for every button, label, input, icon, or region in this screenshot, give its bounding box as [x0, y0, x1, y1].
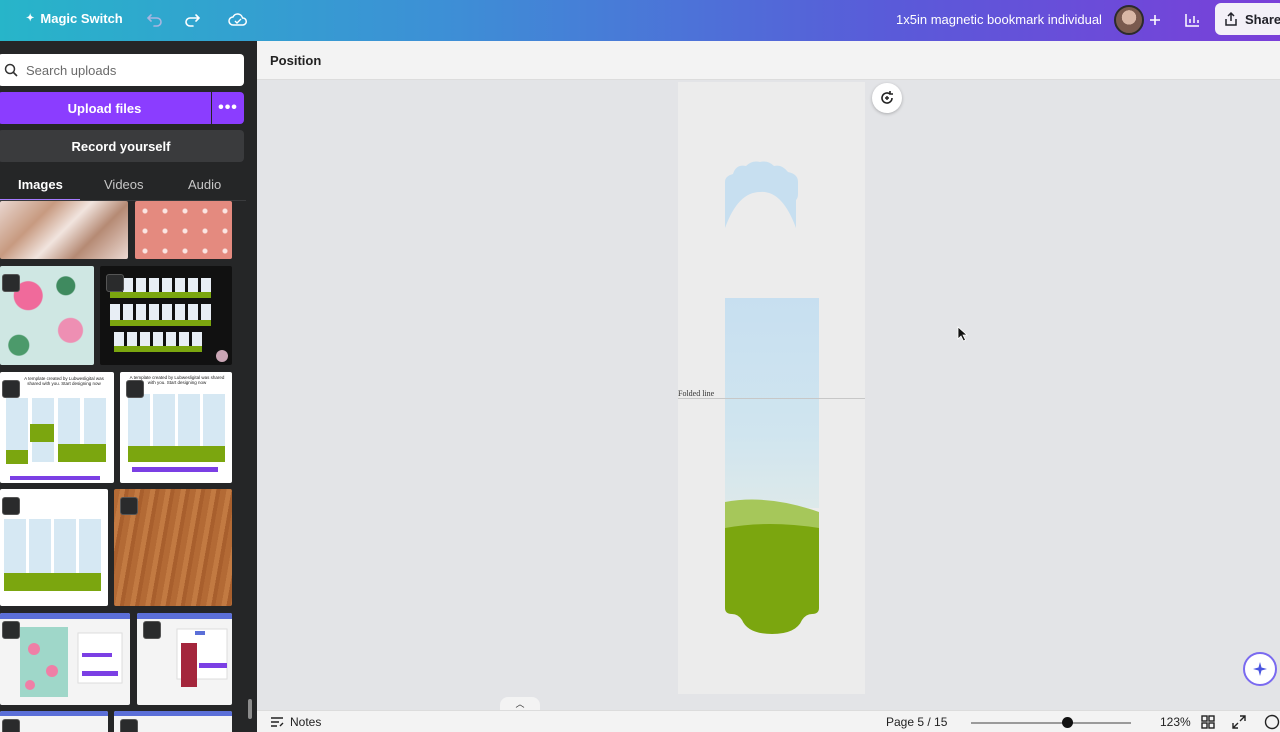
notes-icon — [271, 717, 284, 727]
upload-thumbnail[interactable] — [114, 711, 232, 732]
share-icon — [1225, 11, 1237, 26]
help-icon[interactable] — [1264, 714, 1280, 730]
magic-switch-button[interactable]: ✦ Magic Switch — [26, 11, 123, 26]
notes-label: Notes — [290, 715, 322, 729]
zoom-slider-handle[interactable] — [1062, 717, 1073, 728]
notes-button[interactable]: Notes — [270, 715, 321, 729]
upload-thumbnail[interactable] — [0, 711, 108, 732]
upload-thumbnail[interactable] — [100, 266, 232, 365]
scrollbar-thumb[interactable] — [248, 699, 252, 719]
context-toolbar: Position — [257, 41, 1280, 80]
refresh-comment-icon — [881, 91, 893, 104]
plus-icon[interactable] — [1143, 9, 1167, 31]
avatar[interactable] — [1114, 5, 1144, 35]
upload-thumbnail[interactable] — [0, 613, 130, 705]
fold-line-label: Folded line — [678, 389, 715, 398]
mouse-cursor-icon — [957, 326, 969, 342]
position-button[interactable]: Position — [270, 53, 321, 68]
record-yourself-button[interactable]: Record yourself — [0, 130, 244, 162]
upload-thumbnail[interactable] — [137, 613, 232, 705]
analytics-icon[interactable] — [1180, 9, 1204, 31]
upload-thumbnail[interactable]: A template created by Lubwesligital was … — [0, 372, 114, 483]
search-input[interactable] — [26, 62, 226, 78]
share-button[interactable]: Share — [1215, 3, 1280, 35]
magic-sparkle-icon — [1253, 662, 1267, 676]
upload-thumbnail[interactable] — [114, 489, 232, 606]
bookmark-sky — [725, 298, 819, 508]
select-checkbox[interactable] — [2, 497, 20, 515]
upload-thumbnail[interactable] — [0, 201, 128, 259]
magic-switch-label: Magic Switch — [40, 11, 123, 26]
share-label: Share — [1245, 11, 1280, 27]
upload-more-button[interactable]: ••• — [212, 92, 244, 124]
scrollbar[interactable] — [247, 201, 253, 731]
tab-videos[interactable]: Videos — [104, 177, 144, 192]
select-checkbox[interactable] — [106, 274, 124, 292]
select-checkbox[interactable] — [2, 621, 20, 639]
upload-thumbnail[interactable] — [135, 201, 232, 259]
grid-view-icon[interactable] — [1200, 714, 1216, 730]
top-bar: ✦ Magic Switch 1x5in magnetic bookmark i… — [0, 0, 1280, 41]
media-tabs: Images Videos Audio — [0, 173, 246, 201]
chevron-up-icon: ︿ — [515, 699, 525, 709]
upload-thumbnail[interactable]: A template created by Lubwesligital was … — [120, 372, 232, 483]
bottom-bar: Notes Page 5 / 15 123% — [257, 710, 1280, 732]
page-indicator[interactable]: Page 5 / 15 — [886, 715, 947, 729]
expand-pages-button[interactable]: ︿ — [500, 697, 540, 711]
upload-files-button[interactable]: Upload files — [0, 92, 211, 124]
upload-thumbnail[interactable] — [0, 266, 94, 365]
select-checkbox[interactable] — [120, 719, 138, 732]
fullscreen-icon[interactable] — [1231, 714, 1247, 730]
undo-icon[interactable] — [143, 9, 167, 31]
magic-wand-icon: ✦ — [26, 13, 35, 24]
select-checkbox[interactable] — [126, 380, 144, 398]
search-box[interactable] — [0, 54, 244, 86]
select-checkbox[interactable] — [2, 719, 20, 732]
tab-audio[interactable]: Audio — [188, 177, 221, 192]
canvas-area[interactable]: Folded line — [257, 80, 1280, 694]
tab-images[interactable]: Images — [18, 177, 63, 192]
bookmark-grass-dark — [725, 524, 819, 634]
select-checkbox[interactable] — [2, 274, 20, 292]
fold-line — [678, 398, 865, 399]
canvas-bottom-gutter — [257, 694, 1280, 710]
select-checkbox[interactable] — [143, 621, 161, 639]
bookmark-design[interactable] — [678, 82, 865, 694]
refresh-comment-button[interactable] — [872, 83, 902, 113]
document-title[interactable]: 1x5in magnetic bookmark individual — [896, 12, 1102, 27]
upload-thumbnail[interactable] — [0, 489, 108, 606]
design-page[interactable]: Folded line — [678, 82, 865, 694]
zoom-slider[interactable] — [971, 722, 1131, 724]
select-checkbox[interactable] — [2, 380, 20, 398]
redo-icon[interactable] — [180, 9, 204, 31]
magic-assistant-button[interactable] — [1243, 652, 1277, 686]
uploads-panel: Upload files ••• Record yourself Images … — [0, 41, 257, 732]
search-icon — [4, 63, 18, 77]
cloud-sync-icon[interactable] — [226, 9, 250, 31]
bookmark-top-shape — [725, 161, 798, 228]
zoom-level[interactable]: 123% — [1160, 715, 1191, 729]
select-checkbox[interactable] — [120, 497, 138, 515]
